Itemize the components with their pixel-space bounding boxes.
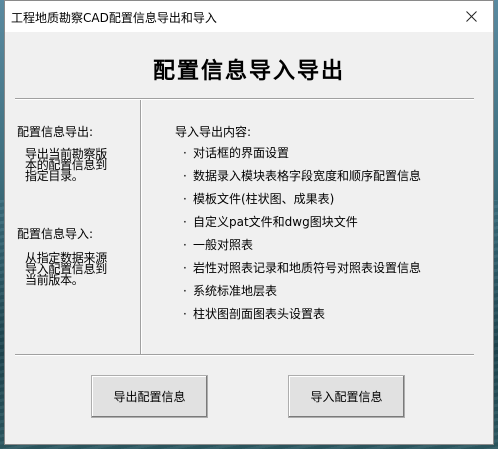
bullet-glyph: · bbox=[183, 238, 187, 252]
config-dialog: 工程地质勘察CAD配置信息导出和导入 配置信息导入导出 配置信息导出: 导出当前… bbox=[4, 0, 494, 445]
bullet-glyph: · bbox=[183, 146, 187, 160]
export-description: 导出当前勘察版本的配置信息到指定目录。 bbox=[25, 147, 107, 183]
list-item: · 系统标准地层表 bbox=[183, 283, 421, 306]
top-divider bbox=[15, 98, 474, 100]
list-item-label: 一般对照表 bbox=[193, 238, 254, 252]
content-heading: 导入导出内容: bbox=[175, 125, 252, 139]
title-bar: 工程地质勘察CAD配置信息导出和导入 bbox=[5, 1, 493, 32]
export-heading: 配置信息导出: bbox=[17, 125, 94, 139]
list-item-label: 自定义pat文件和dwg图块文件 bbox=[193, 215, 358, 229]
bullet-glyph: · bbox=[183, 284, 187, 298]
list-item: · 数据录入模块表格字段宽度和顺序配置信息 bbox=[183, 168, 421, 191]
list-item-label: 系统标准地层表 bbox=[193, 284, 278, 298]
list-item-label: 柱状图剖面图表头设置表 bbox=[193, 307, 326, 321]
list-item-label: 岩性对照表记录和地质符号对照表设置信息 bbox=[193, 261, 422, 275]
bullet-glyph: · bbox=[183, 169, 187, 183]
vertical-divider bbox=[140, 100, 142, 354]
window-title: 工程地质勘察CAD配置信息导出和导入 bbox=[11, 11, 217, 25]
list-item: · 岩性对照表记录和地质符号对照表设置信息 bbox=[183, 260, 421, 283]
list-item: · 模板文件(柱状图、成果表) bbox=[183, 191, 421, 214]
import-config-button[interactable]: 导入配置信息 bbox=[288, 375, 405, 418]
bullet-glyph: · bbox=[183, 307, 187, 321]
bullet-glyph: · bbox=[183, 215, 187, 229]
bullet-glyph: · bbox=[183, 192, 187, 206]
content-list: · 对话框的界面设置 · 数据录入模块表格字段宽度和顺序配置信息 · 模板文件(柱状图… bbox=[183, 145, 421, 329]
main-heading: 配置信息导入导出 bbox=[152, 58, 345, 84]
list-item-label: 对话框的界面设置 bbox=[193, 146, 290, 160]
import-heading: 配置信息导入: bbox=[17, 227, 94, 241]
bottom-divider bbox=[15, 354, 474, 356]
close-icon bbox=[465, 11, 477, 22]
export-config-button[interactable]: 导出配置信息 bbox=[91, 375, 208, 418]
list-item: · 自定义pat文件和dwg图块文件 bbox=[183, 214, 421, 237]
list-item: · 对话框的界面设置 bbox=[183, 145, 421, 168]
list-item-label: 数据录入模块表格字段宽度和顺序配置信息 bbox=[193, 169, 422, 183]
import-description: 从指定数据来源导入配置信息到当前版本。 bbox=[25, 251, 107, 287]
bullet-glyph: · bbox=[183, 261, 187, 275]
list-item: · 柱状图剖面图表头设置表 bbox=[183, 306, 421, 329]
list-item-label: 模板文件(柱状图、成果表) bbox=[193, 192, 335, 206]
list-item: · 一般对照表 bbox=[183, 237, 421, 260]
close-button[interactable] bbox=[449, 1, 493, 32]
